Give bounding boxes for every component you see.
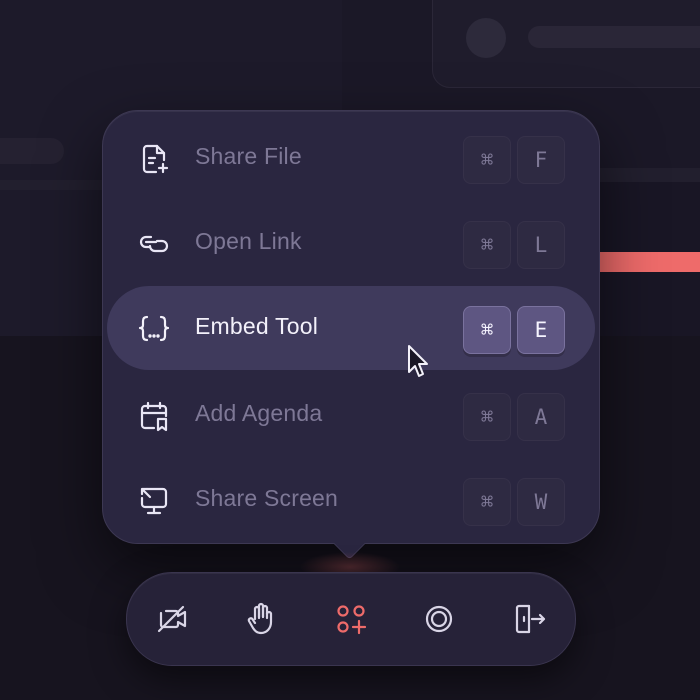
- apps-add-icon: [337, 605, 367, 635]
- background-placeholder-bar: [528, 26, 700, 48]
- calendar-bookmark-icon: [140, 401, 168, 432]
- menu-item-label: Add Agenda: [195, 400, 323, 426]
- apps-button[interactable]: [333, 601, 369, 637]
- share-menu: Share File ⌘ F Open Link ⌘ L Embed Tool …: [102, 110, 600, 544]
- leave-meeting-button[interactable]: [511, 601, 547, 637]
- background-line-left: [0, 180, 110, 190]
- background-line-right: [596, 168, 700, 182]
- raise-hand-button[interactable]: [243, 601, 279, 637]
- shortcut-key-letter: F: [517, 136, 565, 184]
- shortcut-key-letter: A: [517, 393, 565, 441]
- menu-item-embed-tool[interactable]: Embed Tool ⌘ E: [107, 286, 595, 370]
- shortcut-key-letter: E: [517, 306, 565, 354]
- video-off-icon: [157, 605, 187, 633]
- record-icon: [425, 605, 453, 633]
- menu-item-label: Open Link: [195, 228, 302, 254]
- leave-icon: [515, 604, 546, 634]
- record-button[interactable]: [421, 601, 457, 637]
- shortcut-key-letter: W: [517, 478, 565, 526]
- background-avatar: [466, 18, 506, 58]
- shortcut-key-command: ⌘: [463, 136, 511, 184]
- menu-item-label: Share Screen: [195, 485, 339, 511]
- shortcut-key-letter: L: [517, 221, 565, 269]
- menu-item-label: Embed Tool: [195, 313, 319, 339]
- menu-item-label: Share File: [195, 143, 302, 169]
- file-plus-icon: [142, 144, 169, 174]
- toggle-video-button[interactable]: [155, 601, 191, 637]
- background-pill: [0, 138, 64, 164]
- menu-item-add-agenda[interactable]: Add Agenda ⌘ A: [107, 373, 595, 457]
- shortcut-key-command: ⌘: [463, 306, 511, 354]
- menu-item-share-file[interactable]: Share File ⌘ F: [107, 116, 595, 200]
- accent-bar: [598, 252, 700, 272]
- raise-hand-icon: [247, 602, 273, 635]
- shortcut-key-command: ⌘: [463, 393, 511, 441]
- link-icon: [139, 235, 169, 253]
- meeting-toolbar: [126, 572, 576, 666]
- mouse-cursor-icon: [408, 345, 428, 377]
- code-braces-icon: [138, 315, 170, 342]
- shortcut-key-command: ⌘: [463, 478, 511, 526]
- screen-share-icon: [140, 487, 168, 515]
- menu-item-open-link[interactable]: Open Link ⌘ L: [107, 201, 595, 285]
- shortcut-key-command: ⌘: [463, 221, 511, 269]
